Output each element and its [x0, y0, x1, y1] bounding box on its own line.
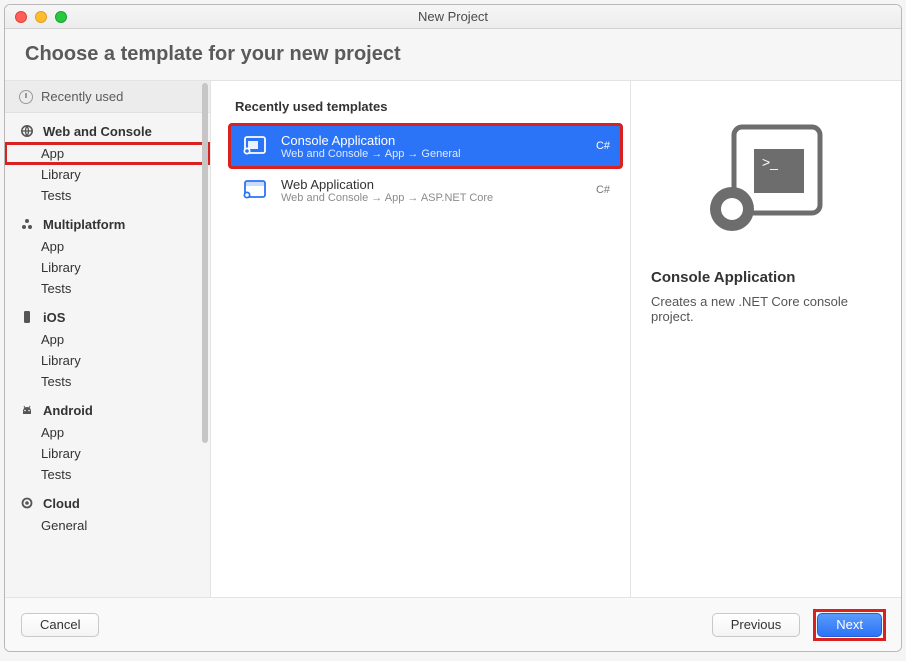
window-title: New Project: [5, 9, 901, 24]
sidebar-category-cloud[interactable]: Cloud: [5, 485, 210, 515]
sidebar-item-library[interactable]: Library: [5, 164, 210, 185]
template-list-panel: Recently used templates Console Applicat…: [211, 81, 631, 597]
template-details-panel: >_ Console Application Creates a new .NE…: [631, 81, 901, 597]
new-project-dialog: New Project Choose a template for your n…: [4, 4, 902, 652]
category-sidebar: Recently used Web and Console App Librar…: [5, 81, 211, 597]
details-title: Console Application: [651, 269, 795, 286]
android-icon: [19, 402, 35, 418]
page-title: Choose a template for your new project: [25, 43, 881, 66]
phone-icon: [19, 309, 35, 325]
template-language-badge: C#: [576, 140, 610, 152]
scrollbar-thumb[interactable]: [202, 83, 208, 443]
sidebar-category-label: Cloud: [43, 496, 80, 511]
cloud-icon: [19, 495, 35, 511]
sidebar-item-app[interactable]: App: [5, 143, 210, 164]
sidebar-item-tests[interactable]: Tests: [5, 278, 210, 299]
web-app-icon: [241, 176, 269, 204]
sidebar-item-app[interactable]: App: [5, 422, 210, 443]
console-preview-icon: >_: [696, 107, 836, 247]
sidebar-item-library[interactable]: Library: [5, 350, 210, 371]
dialog-footer: Cancel Previous Next: [5, 597, 901, 651]
sidebar-item-tests[interactable]: Tests: [5, 371, 210, 392]
sidebar-category-web-console[interactable]: Web and Console: [5, 113, 210, 143]
sidebar-category-android[interactable]: Android: [5, 392, 210, 422]
template-web-application[interactable]: Web Application Web and Console → App → …: [229, 168, 622, 212]
template-text: Console Application Web and Console → Ap…: [281, 133, 564, 160]
clock-icon: [19, 90, 33, 104]
details-description: Creates a new .NET Core console project.: [651, 294, 881, 324]
sidebar-item-recent[interactable]: Recently used: [5, 81, 210, 113]
cancel-button[interactable]: Cancel: [21, 613, 99, 637]
template-title: Console Application: [281, 133, 564, 148]
console-icon: [241, 132, 269, 160]
sidebar-item-app[interactable]: App: [5, 329, 210, 350]
dialog-header: Choose a template for your new project: [5, 29, 901, 81]
previous-button[interactable]: Previous: [712, 613, 801, 637]
sidebar-category-label: Web and Console: [43, 124, 152, 139]
template-subtitle: Web and Console → App → ASP.NET Core: [281, 192, 564, 204]
template-language-badge: C#: [576, 184, 610, 196]
titlebar: New Project: [5, 5, 901, 29]
template-console-application[interactable]: Console Application Web and Console → Ap…: [229, 124, 622, 168]
sidebar-item-library[interactable]: Library: [5, 257, 210, 278]
sidebar-item-tests[interactable]: Tests: [5, 464, 210, 485]
sidebar-category-multiplatform[interactable]: Multiplatform: [5, 206, 210, 236]
sidebar-category-ios[interactable]: iOS: [5, 299, 210, 329]
template-title: Web Application: [281, 177, 564, 192]
svg-text:>_: >_: [762, 154, 778, 170]
next-button[interactable]: Next: [817, 613, 882, 637]
sidebar-category-label: Multiplatform: [43, 217, 125, 232]
template-text: Web Application Web and Console → App → …: [281, 177, 564, 204]
dialog-body: Recently used Web and Console App Librar…: [5, 81, 901, 597]
sidebar-item-tests[interactable]: Tests: [5, 185, 210, 206]
sidebar-item-library[interactable]: Library: [5, 443, 210, 464]
multiplatform-icon: [19, 216, 35, 232]
sidebar-item-app[interactable]: App: [5, 236, 210, 257]
template-subtitle: Web and Console → App → General: [281, 148, 564, 160]
sidebar-scrollbar[interactable]: [200, 83, 208, 595]
globe-icon: [19, 123, 35, 139]
sidebar-recent-label: Recently used: [41, 89, 123, 104]
templates-heading: Recently used templates: [229, 99, 622, 114]
sidebar-category-label: Android: [43, 403, 93, 418]
sidebar-item-general[interactable]: General: [5, 515, 210, 536]
sidebar-category-label: iOS: [43, 310, 65, 325]
